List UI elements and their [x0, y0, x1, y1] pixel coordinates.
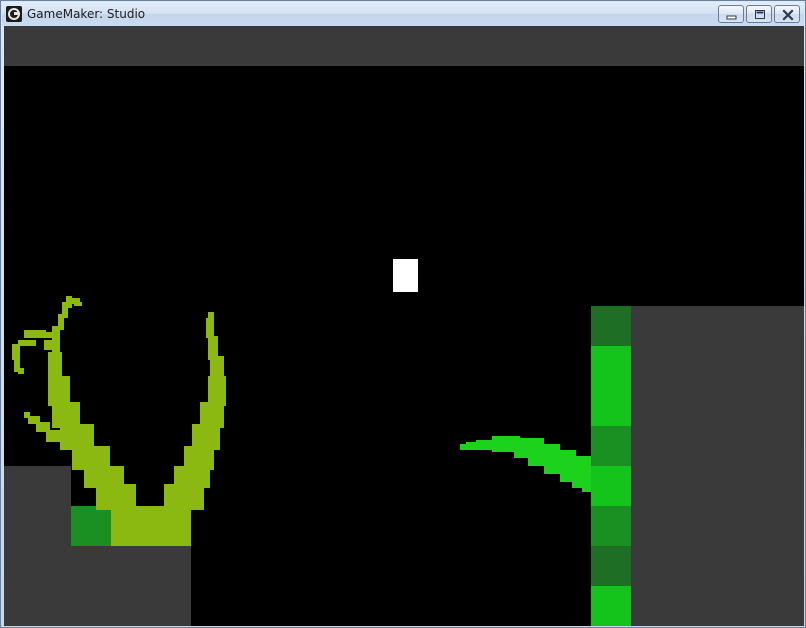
close-button[interactable]	[774, 5, 800, 23]
game-viewport[interactable]	[4, 26, 804, 626]
game-scene	[4, 26, 804, 626]
minimize-icon	[726, 15, 737, 20]
player-block	[393, 259, 418, 292]
game-window: GameMaker: Studio	[0, 0, 806, 628]
minimize-button[interactable]	[718, 5, 744, 23]
caption-buttons	[718, 5, 800, 23]
left-ground-lower	[71, 546, 191, 626]
close-icon	[782, 9, 794, 21]
left-ground-upper	[4, 466, 71, 626]
green-tile-column	[591, 306, 631, 626]
ceiling-wall	[4, 26, 804, 66]
maximize-button[interactable]	[746, 5, 772, 23]
title-bar[interactable]: GameMaker: Studio	[2, 2, 804, 26]
window-title: GameMaker: Studio	[27, 7, 146, 21]
right-wall	[631, 306, 804, 626]
maximize-icon	[755, 10, 765, 19]
left-green-tile	[71, 506, 111, 546]
gamemaker-logo-icon	[6, 6, 22, 22]
leaf-plant	[460, 436, 596, 492]
